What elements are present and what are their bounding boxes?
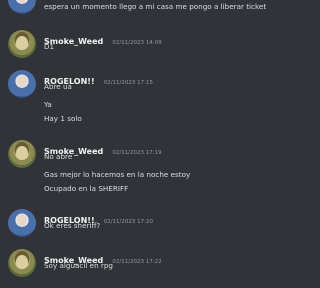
user-avatar[interactable]	[8, 70, 36, 98]
message-timestamp: 02/11/2023 17:22	[112, 259, 162, 265]
user-avatar[interactable]	[8, 30, 36, 58]
message-text: Soy alguacil en rpg	[44, 261, 113, 270]
message-text: Ok eres sheriff?	[44, 221, 101, 230]
message-timestamp: 02/11/2023 17:15	[103, 80, 154, 86]
message-text: Ya	[44, 100, 52, 109]
user-avatar[interactable]	[8, 0, 36, 14]
message-text: Hay 1 solo	[44, 114, 82, 123]
message-timestamp: 02/11/2023 17:19	[112, 150, 162, 156]
user-avatar[interactable]	[8, 249, 36, 277]
user-avatar[interactable]	[8, 209, 36, 237]
message-header: Smoke_Weed 02/11/2023 14:09	[44, 29, 162, 48]
message-text: Abre ua	[44, 82, 72, 91]
message-text: D1	[44, 42, 55, 51]
message-text: No abre	[44, 152, 73, 161]
user-avatar[interactable]	[8, 140, 36, 168]
message-text: Gas mejor lo hacemos en la noche estoy	[44, 170, 191, 179]
message-text: espera un momento llego a mi casa me pon…	[44, 2, 267, 11]
message-text: Ocupado en la SHERIFF	[44, 184, 129, 193]
message-timestamp: 02/11/2023 14:09	[112, 40, 162, 46]
message-timestamp: 02/11/2023 17:20	[103, 219, 154, 225]
chat-message-list[interactable]: espera un momento llego a mi casa me pon…	[0, 0, 288, 288]
